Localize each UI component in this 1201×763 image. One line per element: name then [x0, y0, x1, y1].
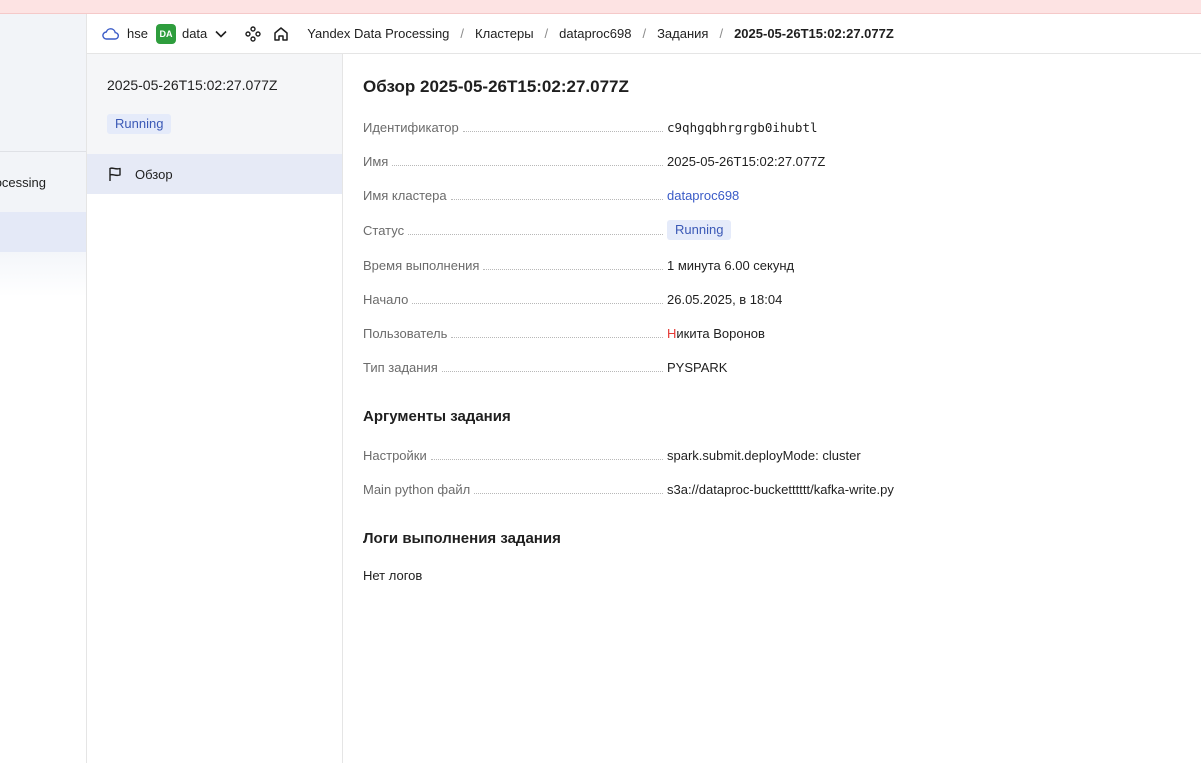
- breadcrumb: Yandex Data Processing / Кластеры / data…: [307, 26, 894, 41]
- field-value: s3a://dataproc-bucketttttt/kafka-write.p…: [667, 481, 894, 497]
- cloud-icon[interactable]: [102, 27, 119, 40]
- field-duration: Время выполнения 1 минута 6.00 секунд: [363, 255, 1183, 275]
- field-label: Пользователь: [363, 325, 448, 341]
- status-badge: Running: [107, 114, 172, 134]
- field-value: 26.05.2025, в 18:04: [667, 291, 783, 307]
- breadcrumb-separator: /: [719, 26, 724, 41]
- field-label: Имя кластера: [363, 187, 447, 203]
- job-sidepanel-header: 2025-05-26T15:02:27.077Z Running: [87, 54, 342, 154]
- breadcrumb-current: 2025-05-26T15:02:27.077Z: [734, 26, 894, 41]
- job-sidepanel: 2025-05-26T15:02:27.077Z Running Обзор: [87, 54, 343, 763]
- sidebar-item-data-processing[interactable]: ocessing: [0, 152, 86, 212]
- dotted-leader: [412, 302, 663, 304]
- field-value: 1 минута 6.00 секунд: [667, 257, 795, 273]
- field-label: Тип задания: [363, 359, 438, 375]
- dotted-leader: [450, 198, 663, 200]
- services-icon[interactable]: [245, 25, 261, 42]
- field-main-python-file: Main python файл s3a://dataproc-buckettt…: [363, 479, 1183, 499]
- dotted-leader: [483, 268, 663, 270]
- field-label: Начало: [363, 291, 409, 307]
- user-initial: Н: [667, 325, 677, 341]
- field-status: Статус Running: [363, 220, 1183, 240]
- folder-badge: DA: [155, 23, 176, 44]
- field-value: PYSPARK: [667, 359, 728, 375]
- status-badge: Running: [667, 220, 732, 240]
- tab-overview-label: Обзор: [135, 166, 173, 182]
- home-icon[interactable]: [273, 26, 289, 42]
- field-id: Идентификатор c9qhgqbhrgrgb0ihubtl: [363, 117, 1183, 137]
- field-value: spark.submit.deployMode: cluster: [667, 447, 861, 463]
- cluster-link[interactable]: dataproc698: [667, 188, 739, 203]
- user-name-rest: икита Воронов: [676, 325, 765, 341]
- field-job-type: Тип задания PYSPARK: [363, 357, 1183, 377]
- cloud-name[interactable]: hse: [127, 26, 148, 41]
- top-banner: [0, 0, 1201, 14]
- dotted-leader: [462, 130, 663, 132]
- sidebar-item-selected[interactable]: [0, 212, 86, 252]
- folder-name[interactable]: data: [182, 26, 207, 41]
- field-user: Пользователь Никита Воронов: [363, 323, 1183, 343]
- section-title-logs: Логи выполнения задания: [363, 530, 561, 547]
- empty-logs-text: Нет логов: [363, 568, 423, 583]
- field-start: Начало 26.05.2025, в 18:04: [363, 289, 1183, 309]
- top-header: hse DA data Yandex Data Processing / Кла…: [87, 14, 1201, 54]
- field-properties: Настройки spark.submit.deployMode: clust…: [363, 445, 1183, 465]
- breadcrumb-separator: /: [544, 26, 549, 41]
- chevron-down-icon[interactable]: [215, 30, 227, 38]
- breadcrumb-cluster[interactable]: dataproc698: [559, 26, 631, 41]
- main-navigation-sidebar: ocessing: [0, 14, 87, 763]
- flag-icon: [107, 166, 123, 182]
- job-overview: Обзор 2025-05-26T15:02:27.077Z Идентифик…: [343, 54, 1201, 763]
- field-label: Время выполнения: [363, 257, 480, 273]
- page-title: Обзор 2025-05-26T15:02:27.077Z: [363, 77, 629, 96]
- field-label: Идентификатор: [363, 119, 459, 135]
- sidebar-item[interactable]: [0, 252, 86, 297]
- breadcrumb-separator: /: [642, 26, 647, 41]
- section-title-args: Аргументы задания: [363, 408, 511, 425]
- sidebar-item-label: ocessing: [0, 175, 46, 190]
- dotted-leader: [392, 164, 663, 166]
- dotted-leader: [430, 458, 663, 460]
- sidebar-header-area: [0, 14, 86, 151]
- field-label: Настройки: [363, 447, 427, 463]
- dotted-leader: [451, 336, 663, 338]
- field-label: Статус: [363, 222, 405, 238]
- field-value: 2025-05-26T15:02:27.077Z: [667, 153, 826, 169]
- field-cluster-name: Имя кластера dataproc698: [363, 185, 1183, 205]
- field-label: Main python файл: [363, 481, 471, 497]
- field-value: c9qhgqbhrgrgb0ihubtl: [667, 119, 818, 135]
- field-label: Имя: [363, 153, 389, 169]
- user-value: Никита Воронов: [667, 326, 765, 341]
- dotted-leader: [474, 492, 663, 494]
- breadcrumb-clusters[interactable]: Кластеры: [475, 26, 534, 41]
- breadcrumb-separator: /: [460, 26, 465, 41]
- breadcrumb-service[interactable]: Yandex Data Processing: [307, 26, 449, 41]
- dotted-leader: [441, 370, 663, 372]
- breadcrumb-jobs[interactable]: Задания: [657, 26, 708, 41]
- field-name: Имя 2025-05-26T15:02:27.077Z: [363, 151, 1183, 171]
- job-title: 2025-05-26T15:02:27.077Z: [107, 77, 278, 93]
- tab-overview[interactable]: Обзор: [87, 154, 342, 194]
- dotted-leader: [408, 233, 663, 235]
